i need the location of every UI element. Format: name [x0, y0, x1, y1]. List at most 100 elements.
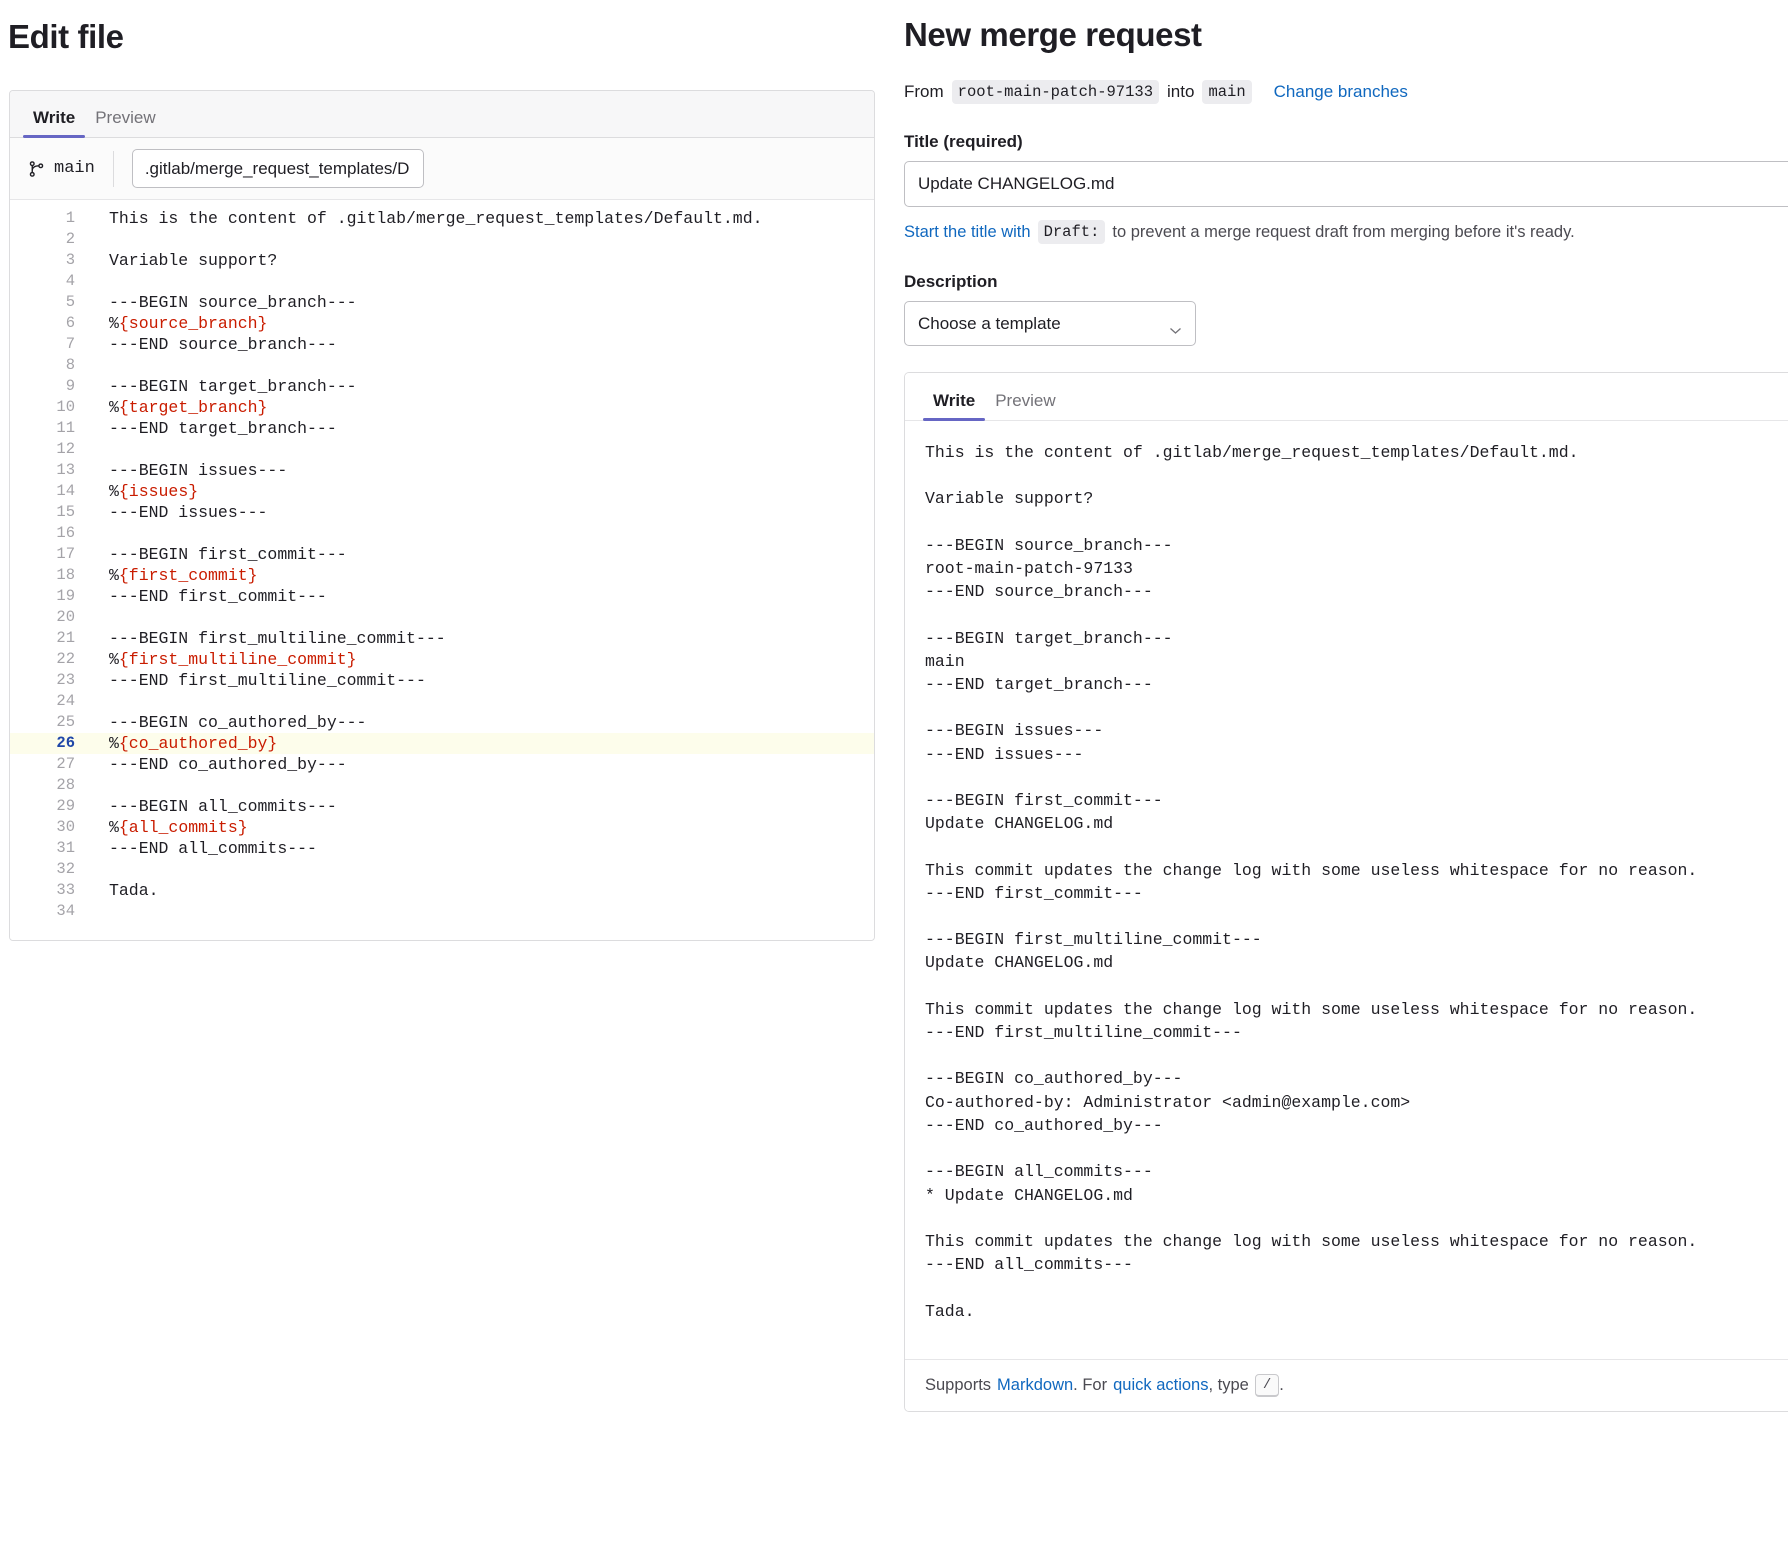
- code-editor[interactable]: 1This is the content of .gitlab/merge_re…: [10, 200, 874, 940]
- code-line[interactable]: 21---BEGIN first_multiline_commit---: [10, 628, 874, 649]
- line-number: 1: [10, 208, 90, 229]
- template-variable: {first_multiline_commit}: [119, 650, 357, 669]
- line-number: 22: [10, 649, 90, 670]
- code-line[interactable]: 14%{issues}: [10, 481, 874, 502]
- line-text: %{source_branch}: [90, 313, 267, 334]
- code-line[interactable]: 3Variable support?: [10, 250, 874, 271]
- merge-request-title-input[interactable]: Update CHANGELOG.md: [904, 161, 1788, 207]
- code-line[interactable]: 9---BEGIN target_branch---: [10, 376, 874, 397]
- template-variable: {source_branch}: [119, 314, 268, 333]
- editor-tabbar: Write Preview: [10, 91, 874, 138]
- code-line[interactable]: 11---END target_branch---: [10, 418, 874, 439]
- code-line[interactable]: 13---BEGIN issues---: [10, 460, 874, 481]
- description-field-label: Description: [904, 272, 1788, 292]
- line-number: 19: [10, 586, 90, 607]
- code-line[interactable]: 29---BEGIN all_commits---: [10, 796, 874, 817]
- code-line[interactable]: 19---END first_commit---: [10, 586, 874, 607]
- type-label: , type: [1208, 1376, 1248, 1395]
- code-line[interactable]: 24: [10, 691, 874, 712]
- line-text: ---END first_commit---: [90, 586, 327, 607]
- line-text: [90, 691, 109, 712]
- description-editor-card: Write Preview This is the content of .gi…: [904, 372, 1788, 1412]
- tab-preview[interactable]: Preview: [85, 109, 165, 137]
- code-line[interactable]: 2: [10, 229, 874, 250]
- line-number: 26: [10, 733, 90, 754]
- code-line[interactable]: 5---BEGIN source_branch---: [10, 292, 874, 313]
- line-text: [90, 901, 109, 922]
- template-variable: {target_branch}: [119, 398, 268, 417]
- line-number: 11: [10, 418, 90, 439]
- into-label: into: [1167, 82, 1194, 102]
- line-text: [90, 355, 109, 376]
- line-text: ---BEGIN co_authored_by---: [90, 712, 366, 733]
- period-label: .: [1279, 1376, 1284, 1395]
- line-number: 18: [10, 565, 90, 586]
- template-variable: {co_authored_by}: [119, 734, 277, 753]
- line-number: 23: [10, 670, 90, 691]
- description-footer: Supports Markdown . For quick actions , …: [905, 1359, 1788, 1411]
- code-line[interactable]: 33Tada.: [10, 880, 874, 901]
- code-line[interactable]: 30%{all_commits}: [10, 817, 874, 838]
- code-line[interactable]: 27---END co_authored_by---: [10, 754, 874, 775]
- code-line[interactable]: 31---END all_commits---: [10, 838, 874, 859]
- code-line[interactable]: 25---BEGIN co_authored_by---: [10, 712, 874, 733]
- file-path-input[interactable]: .gitlab/merge_request_templates/D: [132, 149, 424, 188]
- branch-indicator: main: [28, 151, 114, 187]
- code-line[interactable]: 26%{co_authored_by}: [10, 733, 874, 754]
- description-textarea[interactable]: This is the content of .gitlab/merge_req…: [905, 421, 1788, 1359]
- branch-summary: From root-main-patch-97133 into main Cha…: [904, 80, 1788, 104]
- line-text: ---END target_branch---: [90, 418, 337, 439]
- code-line[interactable]: 7---END source_branch---: [10, 334, 874, 355]
- template-select[interactable]: Choose a template: [904, 301, 1196, 346]
- change-branches-link[interactable]: Change branches: [1274, 82, 1408, 102]
- quick-actions-link[interactable]: quick actions: [1113, 1376, 1208, 1395]
- line-number: 25: [10, 712, 90, 733]
- code-line[interactable]: 17---BEGIN first_commit---: [10, 544, 874, 565]
- line-number: 17: [10, 544, 90, 565]
- line-number: 33: [10, 880, 90, 901]
- file-path-row: main .gitlab/merge_request_templates/D: [10, 138, 874, 200]
- code-line[interactable]: 6%{source_branch}: [10, 313, 874, 334]
- code-line[interactable]: 16: [10, 523, 874, 544]
- draft-hint: Start the title with Draft: to prevent a…: [904, 220, 1788, 244]
- desc-tab-preview[interactable]: Preview: [985, 392, 1065, 420]
- code-line[interactable]: 4: [10, 271, 874, 292]
- code-line[interactable]: 20: [10, 607, 874, 628]
- code-line[interactable]: 22%{first_multiline_commit}: [10, 649, 874, 670]
- line-number: 8: [10, 355, 90, 376]
- edit-file-panel: Edit file Write Preview main: [0, 0, 884, 1566]
- line-text: %{all_commits}: [90, 817, 248, 838]
- code-line[interactable]: 32: [10, 859, 874, 880]
- desc-tab-write[interactable]: Write: [923, 392, 985, 420]
- code-line[interactable]: 8: [10, 355, 874, 376]
- line-number: 24: [10, 691, 90, 712]
- line-text: ---END source_branch---: [90, 334, 337, 355]
- line-number: 32: [10, 859, 90, 880]
- code-line[interactable]: 1This is the content of .gitlab/merge_re…: [10, 208, 874, 229]
- tab-write[interactable]: Write: [23, 109, 85, 137]
- line-number: 16: [10, 523, 90, 544]
- markdown-link[interactable]: Markdown: [997, 1376, 1073, 1395]
- line-number: 2: [10, 229, 90, 250]
- line-text: ---BEGIN all_commits---: [90, 796, 337, 817]
- code-line[interactable]: 34: [10, 901, 874, 922]
- code-line[interactable]: 15---END issues---: [10, 502, 874, 523]
- chevron-down-icon: [1169, 320, 1182, 328]
- draft-hint-link[interactable]: Start the title with: [904, 223, 1031, 242]
- template-variable: {all_commits}: [119, 818, 248, 837]
- page-root: Edit file Write Preview main: [0, 0, 1788, 1566]
- supports-label: Supports: [925, 1376, 991, 1395]
- template-variable: {issues}: [119, 482, 198, 501]
- code-line[interactable]: 28: [10, 775, 874, 796]
- code-line[interactable]: 12: [10, 439, 874, 460]
- line-number: 20: [10, 607, 90, 628]
- line-number: 10: [10, 397, 90, 418]
- code-line[interactable]: 23---END first_multiline_commit---: [10, 670, 874, 691]
- line-text: ---BEGIN source_branch---: [90, 292, 357, 313]
- code-line[interactable]: 18%{first_commit}: [10, 565, 874, 586]
- code-line[interactable]: 10%{target_branch}: [10, 397, 874, 418]
- draft-hint-text: to prevent a merge request draft from me…: [1112, 223, 1574, 242]
- from-label: From: [904, 82, 944, 102]
- line-number: 6: [10, 313, 90, 334]
- line-number: 9: [10, 376, 90, 397]
